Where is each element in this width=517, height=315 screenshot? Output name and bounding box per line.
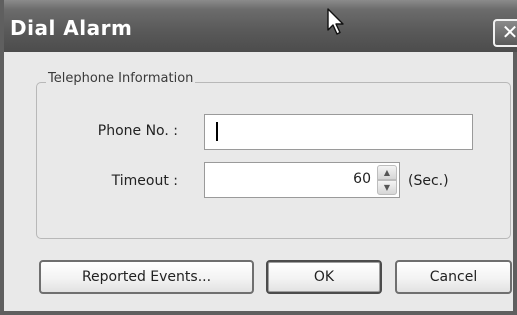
cancel-button[interactable]: Cancel bbox=[395, 260, 512, 294]
phone-number-field[interactable] bbox=[204, 114, 473, 150]
spin-up-button[interactable]: ▲ bbox=[377, 165, 397, 180]
spin-down-button[interactable]: ▼ bbox=[377, 180, 397, 195]
reported-events-button[interactable]: Reported Events... bbox=[39, 260, 254, 294]
window-title: Dial Alarm bbox=[10, 16, 133, 40]
ok-button[interactable]: OK bbox=[266, 260, 382, 294]
text-caret bbox=[216, 122, 218, 141]
timeout-units: (Sec.) bbox=[408, 173, 449, 189]
timeout-spinner: ▲ ▼ bbox=[377, 165, 397, 195]
timeout-label: Timeout : bbox=[111, 173, 178, 189]
arrow-down-icon: ▼ bbox=[383, 183, 391, 192]
arrow-up-icon: ▲ bbox=[383, 168, 391, 177]
close-button[interactable]: ✕ bbox=[493, 19, 517, 47]
timeout-stepper[interactable]: 60 ▲ ▼ bbox=[204, 162, 400, 198]
telephone-information-group bbox=[36, 82, 511, 239]
phone-number-label: Phone No. : bbox=[97, 123, 178, 139]
title-bar[interactable]: Dial Alarm ✕ bbox=[4, 0, 517, 52]
group-title: Telephone Information bbox=[46, 71, 196, 86]
close-icon: ✕ bbox=[501, 20, 517, 44]
timeout-value: 60 bbox=[353, 171, 371, 187]
mouse-pointer-icon bbox=[327, 8, 344, 35]
